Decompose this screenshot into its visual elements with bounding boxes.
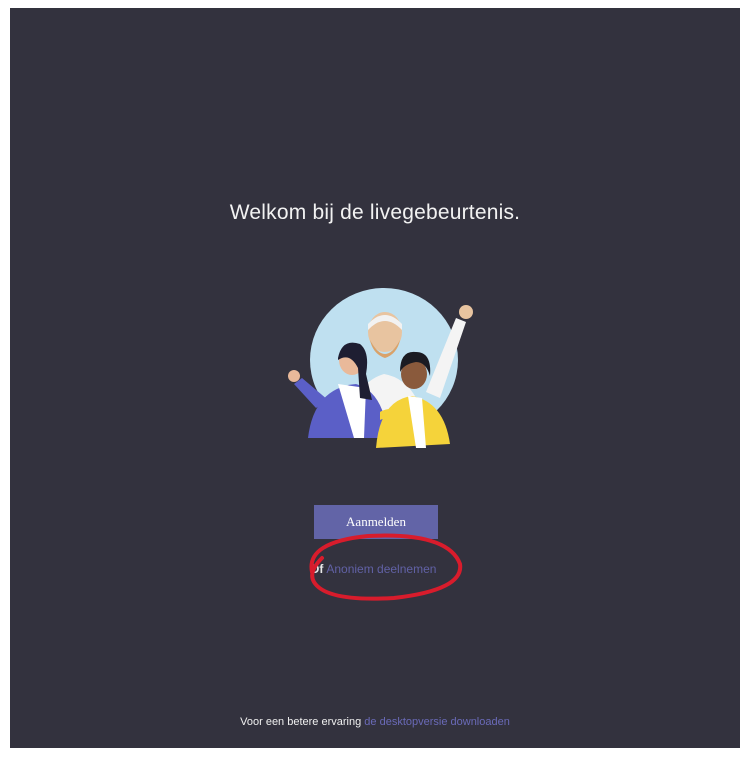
anonymous-prefix-text: Of xyxy=(310,562,324,576)
footer: Voor een betere ervaring de desktopversi… xyxy=(10,716,740,728)
signin-button[interactable]: Aanmelden xyxy=(314,505,438,539)
people-waving-illustration xyxy=(288,288,473,448)
join-anonymously-link[interactable]: Anoniem deelnemen xyxy=(326,562,436,576)
anonymous-join-row: Of Anoniem deelnemen xyxy=(310,560,436,578)
download-desktop-link[interactable]: de desktopversie downloaden xyxy=(364,716,510,728)
footer-text: Voor een betere ervaring xyxy=(240,716,362,728)
teams-join-screen: Welkom bij de livegebeurtenis. Aanmelden… xyxy=(10,8,740,748)
welcome-title: Welkom bij de livegebeurtenis. xyxy=(229,201,521,224)
